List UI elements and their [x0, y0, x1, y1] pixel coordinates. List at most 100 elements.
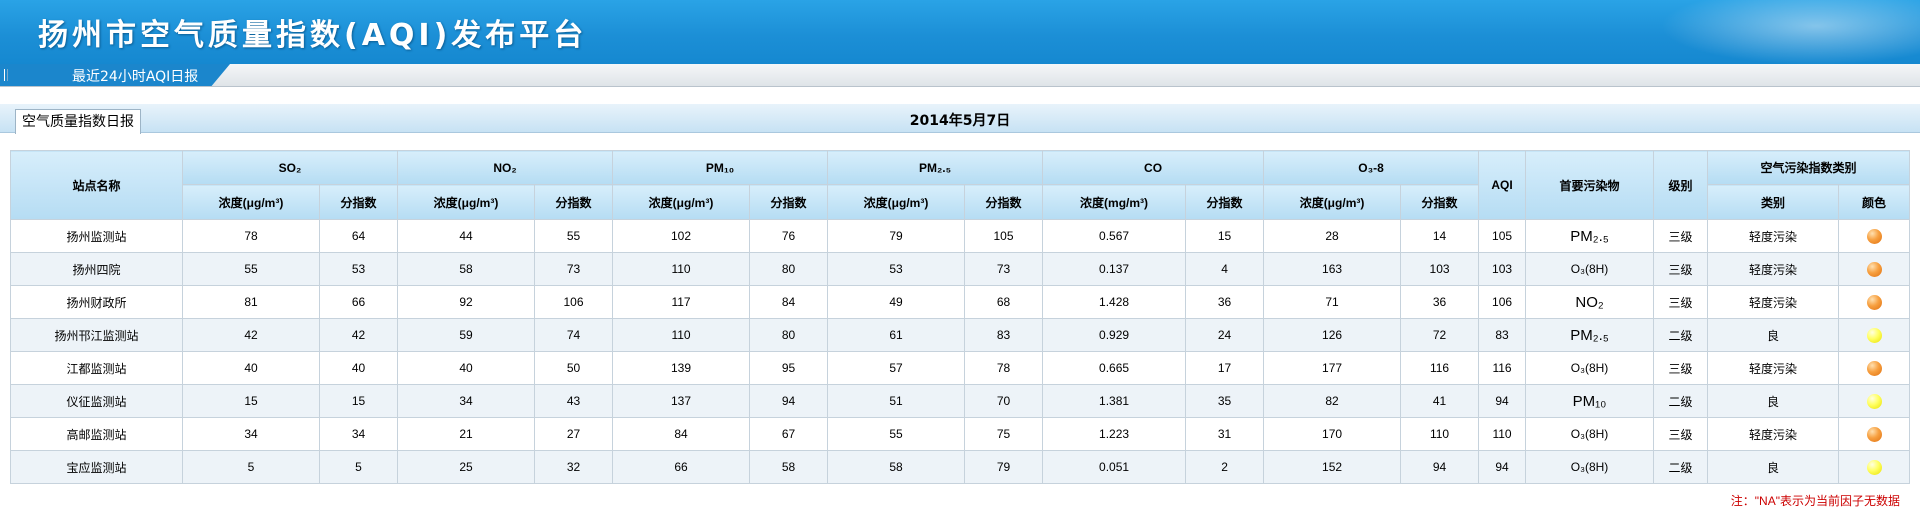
- col-aqi: AQI: [1478, 150, 1527, 220]
- cell-station: 扬州监测站: [10, 219, 183, 253]
- cell-o3: 163: [1263, 252, 1402, 286]
- col-category: 类别: [1707, 184, 1840, 220]
- cell-so2_i: 34: [318, 417, 399, 451]
- cell-pm25_i: 105: [964, 219, 1044, 253]
- cell-pm25: 49: [827, 285, 966, 319]
- col-so2: SO₂: [181, 150, 399, 185]
- cell-color: [1838, 384, 1911, 418]
- cell-no2: 59: [397, 318, 536, 352]
- footnote: 注："NA"表示为当前因子无数据: [1730, 494, 1900, 508]
- cell-pm25: 51: [827, 384, 966, 418]
- cell-primary: O₃(8H): [1525, 417, 1655, 451]
- cell-pm25_i: 73: [964, 252, 1044, 286]
- cell-so2_i: 66: [318, 285, 399, 319]
- cell-o3_i: 103: [1400, 252, 1480, 286]
- cell-co_i: 15: [1185, 219, 1265, 253]
- drag-handle-icon: [4, 69, 8, 81]
- col-pm25-index: 分指数: [964, 184, 1044, 220]
- cell-o3: 152: [1263, 450, 1402, 484]
- cell-co_i: 35: [1185, 384, 1265, 418]
- cell-so2_i: 53: [318, 252, 399, 286]
- cell-so2: 55: [182, 252, 320, 286]
- cell-so2: 78: [182, 219, 320, 253]
- cell-level: 三级: [1653, 252, 1709, 286]
- cell-pm25: 61: [827, 318, 966, 352]
- cell-pm10: 110: [612, 318, 751, 352]
- cell-no2: 58: [397, 252, 536, 286]
- table-row: 江都监测站 40 40 40 50 139 95 57 78 0.665 17 177 116 116 O₃…: [10, 351, 1911, 385]
- cell-level: 三级: [1653, 417, 1709, 451]
- cell-color: [1838, 417, 1911, 451]
- cell-primary: O₃(8H): [1525, 252, 1655, 286]
- cell-primary: PM₂.₅: [1525, 219, 1655, 253]
- cell-o3_i: 14: [1400, 219, 1480, 253]
- cell-aqi: 103: [1478, 252, 1527, 286]
- cell-category: 轻度污染: [1707, 417, 1840, 451]
- cell-station: 扬州四院: [10, 252, 183, 286]
- tab-24h-aqi-label[interactable]: 最近24小时AQI日报: [72, 66, 198, 86]
- cell-no2: 44: [397, 219, 536, 253]
- cell-primary: NO₂: [1525, 285, 1655, 319]
- cell-so2_i: 64: [318, 219, 399, 253]
- cell-no2_i: 43: [534, 384, 614, 418]
- cell-o3_i: 41: [1400, 384, 1480, 418]
- cell-co: 0.567: [1042, 219, 1187, 253]
- col-so2-conc: 浓度(μg/m³): [182, 184, 320, 220]
- cell-pm10: 117: [612, 285, 751, 319]
- yellow-dot-icon: [1866, 327, 1882, 343]
- cell-pm25_i: 83: [964, 318, 1044, 352]
- cell-so2: 5: [182, 450, 320, 484]
- cell-o3: 71: [1263, 285, 1402, 319]
- cell-so2: 81: [182, 285, 320, 319]
- cell-pm10_i: 58: [749, 450, 829, 484]
- cell-category: 良: [1707, 384, 1840, 418]
- cell-color: [1838, 219, 1911, 253]
- cell-co_i: 31: [1185, 417, 1265, 451]
- col-no2: NO₂: [397, 150, 614, 185]
- cell-pm25: 53: [827, 252, 966, 286]
- table-row: 扬州邗江监测站 42 42 59 74 110 80 61 83 0.929 24 126 72 83 PM…: [10, 318, 1911, 352]
- cell-so2: 15: [182, 384, 320, 418]
- cell-no2_i: 106: [534, 285, 614, 319]
- col-o3-conc: 浓度(μg/m³): [1263, 184, 1402, 220]
- col-color: 颜色: [1838, 184, 1911, 220]
- cell-primary: O₃(8H): [1525, 351, 1655, 385]
- cell-no2: 21: [397, 417, 536, 451]
- cell-station: 江都监测站: [10, 351, 183, 385]
- col-pm10-conc: 浓度(μg/m³): [612, 184, 751, 220]
- cell-co: 1.381: [1042, 384, 1187, 418]
- cell-no2: 34: [397, 384, 536, 418]
- cell-primary: PM₂.₅: [1525, 318, 1655, 352]
- table-row: 宝应监测站 5 5 25 32 66 58 58 79 0.051 2 152 94 94 O₃(8H) 二级…: [10, 450, 1911, 484]
- cell-color: [1838, 252, 1911, 286]
- cell-aqi: 94: [1478, 384, 1527, 418]
- cell-primary: O₃(8H): [1525, 450, 1655, 484]
- cell-category: 轻度污染: [1707, 219, 1840, 253]
- cell-pm25_i: 78: [964, 351, 1044, 385]
- cell-co_i: 36: [1185, 285, 1265, 319]
- cell-pm10: 139: [612, 351, 751, 385]
- cell-co: 0.665: [1042, 351, 1187, 385]
- cell-pm10_i: 95: [749, 351, 829, 385]
- cell-so2: 42: [182, 318, 320, 352]
- cell-no2_i: 50: [534, 351, 614, 385]
- cell-station: 仪征监测站: [10, 384, 183, 418]
- cell-category: 良: [1707, 450, 1840, 484]
- cell-pm10: 137: [612, 384, 751, 418]
- sub-toolbar: [0, 64, 1920, 87]
- cell-o3_i: 116: [1400, 351, 1480, 385]
- col-category-group: 空气污染指数类别: [1707, 150, 1911, 185]
- cell-color: [1838, 450, 1911, 484]
- cell-pm25_i: 68: [964, 285, 1044, 319]
- cell-pm25_i: 79: [964, 450, 1044, 484]
- orange-dot-icon: [1866, 360, 1882, 376]
- table-row: 高邮监测站 34 34 21 27 84 67 55 75 1.223 31 170 110 110 O₃(…: [10, 417, 1911, 451]
- cell-pm10_i: 67: [749, 417, 829, 451]
- cell-pm10_i: 80: [749, 252, 829, 286]
- col-co-index: 分指数: [1185, 184, 1265, 220]
- cell-category: 轻度污染: [1707, 285, 1840, 319]
- cell-co_i: 2: [1185, 450, 1265, 484]
- cell-no2: 92: [397, 285, 536, 319]
- cell-pm10_i: 80: [749, 318, 829, 352]
- table-row: 仪征监测站 15 15 34 43 137 94 51 70 1.381 35 82 41 94 PM₁₀ 二…: [10, 384, 1911, 418]
